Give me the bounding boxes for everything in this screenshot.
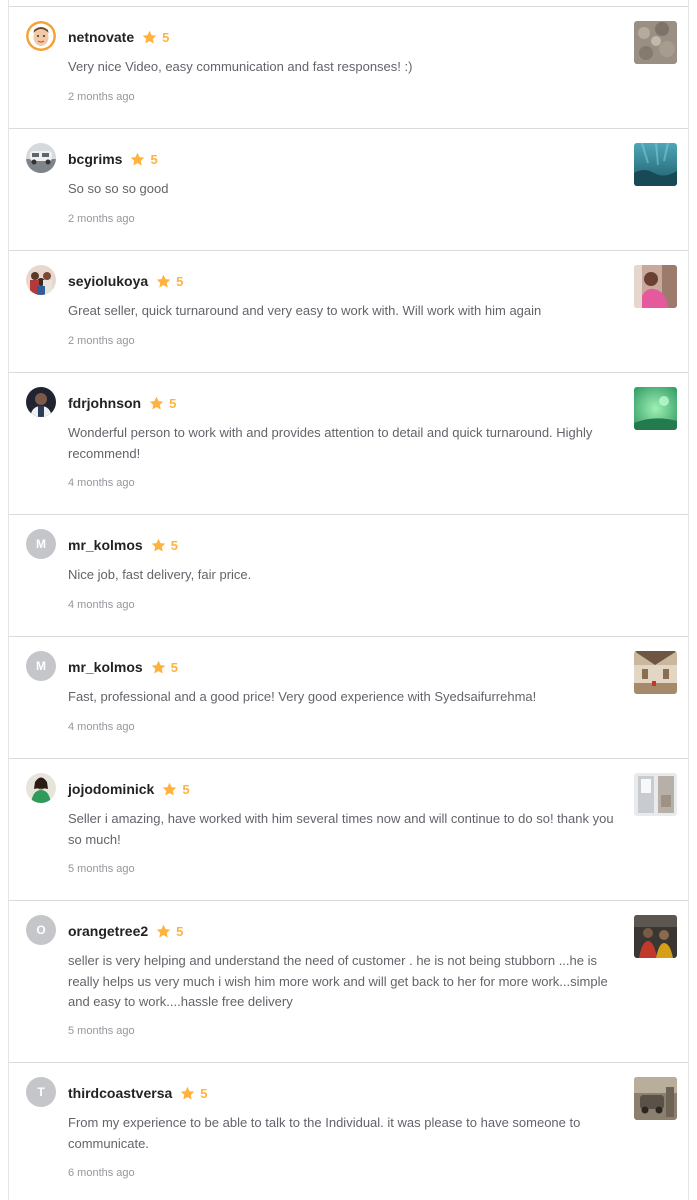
review-header: thirdcoastversa 5 (68, 1083, 208, 1103)
review-text: Seller i amazing, have worked with him s… (68, 811, 614, 847)
review-text: seller is very helping and understand th… (68, 953, 608, 1009)
interior-room-thumbnail[interactable] (634, 651, 677, 694)
username[interactable]: orangetree2 (68, 923, 148, 939)
username[interactable]: bcgrims (68, 151, 122, 167)
reviews-panel: netnovate 5 Very nice Video, easy commun… (8, 0, 689, 1200)
review-text: Very nice Video, easy communication and … (68, 59, 413, 74)
underwater-scene-thumbnail[interactable] (634, 143, 677, 186)
star-icon (131, 152, 145, 165)
star-icon (156, 924, 171, 937)
review-header: orangetree2 5 (68, 921, 183, 941)
green-scene-thumbnail[interactable] (634, 387, 677, 430)
review-time: 4 months ago (68, 599, 135, 611)
review-text: Nice job, fast delivery, fair price. (68, 567, 252, 582)
review-text: Great seller, quick turnaround and very … (68, 303, 542, 318)
star-icon (151, 660, 165, 673)
letter-avatar[interactable]: M (26, 529, 56, 559)
review-time: 2 months ago (68, 91, 135, 103)
dark-people-thumbnail[interactable] (634, 915, 677, 958)
rating-value: 5 (182, 781, 190, 797)
woman-green-avatar[interactable] (26, 773, 56, 803)
rating-value: 5 (170, 659, 178, 675)
rating-value: 5 (176, 273, 184, 289)
review-item: M mr_kolmos 5 Fast, professional and a g… (9, 636, 688, 758)
review-header: mr_kolmos 5 (68, 657, 178, 677)
rating-value: 5 (176, 923, 184, 939)
review-text: Wonderful person to work with and provid… (68, 425, 593, 461)
review-item: jojodominick 5 Seller i amazing, have wo… (9, 758, 688, 900)
rating-value: 5 (200, 1085, 208, 1101)
review-header: jojodominick 5 (68, 779, 190, 799)
review-text: So so so so good (68, 181, 169, 196)
username[interactable]: netnovate (68, 29, 134, 45)
review-item: seyiolukoya 5 Great seller, quick turnar… (9, 250, 688, 372)
portrait-dark-avatar[interactable] (26, 387, 56, 417)
review-text: Fast, professional and a good price! Ver… (68, 689, 537, 704)
star-icon (181, 1086, 195, 1099)
review-item: T thirdcoastversa 5 From my experience t… (9, 1062, 688, 1200)
letter-avatar[interactable]: O (26, 915, 56, 945)
cartoon-face-avatar[interactable] (26, 21, 56, 51)
window-scene-thumbnail[interactable] (634, 773, 677, 816)
review-header: mr_kolmos 5 (68, 535, 178, 555)
rating-value: 5 (170, 537, 178, 553)
group-photo-avatar[interactable] (26, 265, 56, 295)
review-header: netnovate 5 (68, 27, 169, 47)
review-text: From my experience to be able to talk to… (68, 1115, 581, 1151)
username[interactable]: jojodominick (68, 781, 154, 797)
review-time: 4 months ago (68, 721, 135, 733)
username[interactable]: fdrjohnson (68, 395, 141, 411)
outdoor-car-thumbnail[interactable] (634, 1077, 677, 1120)
username[interactable]: mr_kolmos (68, 537, 143, 553)
letter-avatar[interactable]: T (26, 1077, 56, 1107)
review-time: 2 months ago (68, 213, 135, 225)
rating-value: 5 (162, 29, 170, 45)
review-time: 2 months ago (68, 335, 135, 347)
review-item: bcgrims 5 So so so so good 2 months ago (9, 128, 688, 250)
username[interactable]: seyiolukoya (68, 273, 148, 289)
star-icon (151, 538, 165, 551)
star-icon (163, 782, 177, 795)
star-icon (149, 396, 164, 409)
star-icon (142, 30, 157, 43)
letter-avatar[interactable]: M (26, 651, 56, 681)
review-item: M mr_kolmos 5 Nice job, fast delivery, f… (9, 514, 688, 636)
vehicle-photo-avatar[interactable] (26, 143, 56, 173)
review-header: seyiolukoya 5 (68, 271, 183, 291)
rating-value: 5 (169, 395, 177, 411)
rating-value: 5 (150, 151, 158, 167)
star-icon (156, 274, 171, 287)
username[interactable]: thirdcoastversa (68, 1085, 172, 1101)
review-header: fdrjohnson 5 (68, 393, 176, 413)
review-item: fdrjohnson 5 Wonderful person to work wi… (9, 372, 688, 514)
review-time: 5 months ago (68, 863, 135, 875)
rocky-terrain-thumbnail[interactable] (634, 21, 677, 64)
review-time: 5 months ago (68, 1025, 135, 1037)
review-time: 6 months ago (68, 1167, 135, 1179)
person-pink-thumbnail[interactable] (634, 265, 677, 308)
review-header: bcgrims 5 (68, 149, 158, 169)
review-item: O orangetree2 5 seller is very helping a… (9, 900, 688, 1062)
review-time: 4 months ago (68, 477, 135, 489)
review-item: netnovate 5 Very nice Video, easy commun… (9, 6, 688, 128)
username[interactable]: mr_kolmos (68, 659, 143, 675)
